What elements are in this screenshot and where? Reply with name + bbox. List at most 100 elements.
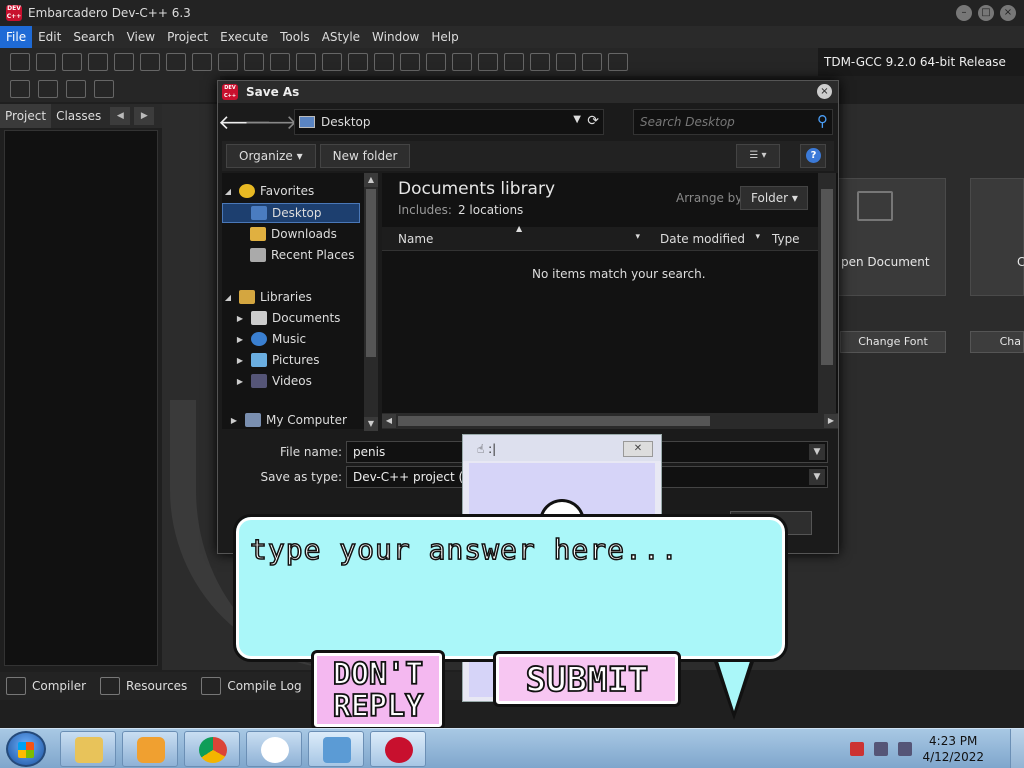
chevron-down-icon[interactable]: ▾ xyxy=(635,232,640,242)
new-file-icon[interactable] xyxy=(10,53,30,71)
tab-resources[interactable]: Resources xyxy=(100,677,187,695)
taskbar-media-player[interactable] xyxy=(122,731,178,767)
taskbar-game[interactable] xyxy=(246,731,302,767)
nav-downloads[interactable]: Downloads xyxy=(222,224,337,244)
compile-run-icon[interactable] xyxy=(478,53,498,71)
bookmark-icon[interactable] xyxy=(38,80,58,98)
scroll-down-icon[interactable]: ▼ xyxy=(364,417,378,431)
menu-execute[interactable]: Execute xyxy=(214,26,274,48)
tab-project[interactable]: Project xyxy=(0,104,52,128)
goto-line-icon[interactable] xyxy=(10,80,30,98)
unindent-icon[interactable] xyxy=(374,53,394,71)
maximize-icon[interactable]: □ xyxy=(978,5,994,21)
close-file-icon[interactable] xyxy=(114,53,134,71)
change-button-partial[interactable]: Cha xyxy=(970,331,1024,353)
minimize-icon[interactable]: – xyxy=(956,5,972,21)
file-list-vscroll[interactable] xyxy=(818,173,836,429)
compile-icon[interactable] xyxy=(426,53,446,71)
welcome-tile-partial[interactable]: C xyxy=(970,178,1024,296)
delete-icon[interactable] xyxy=(608,53,628,71)
collapse-icon[interactable]: ▶ xyxy=(234,335,246,344)
nav-favorites[interactable]: ◢ Favorites xyxy=(222,181,314,201)
menu-file[interactable]: File xyxy=(0,26,33,48)
goto-icon[interactable] xyxy=(270,53,290,71)
tab-scroll-left-icon[interactable]: ◀ xyxy=(110,107,131,125)
search-input[interactable]: Search Desktop ⚲ xyxy=(633,109,833,135)
change-font-button[interactable]: Change Font xyxy=(840,331,946,353)
nav-videos[interactable]: ▶ Videos xyxy=(222,371,312,391)
column-date-modified[interactable]: Date modified ▾ xyxy=(642,232,762,246)
menu-astyle[interactable]: AStyle xyxy=(316,26,366,48)
view-options-button[interactable]: ☰ ▾ xyxy=(736,144,780,168)
undo-icon[interactable] xyxy=(296,53,316,71)
column-name[interactable]: Name ▲ ▾ xyxy=(382,224,642,246)
replace-icon[interactable] xyxy=(218,53,238,71)
hscroll-thumb[interactable] xyxy=(398,416,710,426)
compiler-select[interactable]: TDM-GCC 9.2.0 64-bit Release xyxy=(818,48,1024,76)
find-icon[interactable] xyxy=(192,53,212,71)
save-icon[interactable] xyxy=(62,53,82,71)
bookmark-next-icon[interactable] xyxy=(94,80,114,98)
check-icon[interactable] xyxy=(530,53,550,71)
collapse-icon[interactable]: ▶ xyxy=(234,314,246,323)
taskbar-photo-viewer[interactable] xyxy=(308,731,364,767)
chevron-down-icon[interactable]: ▼ xyxy=(809,469,825,485)
tab-scroll-right-icon[interactable]: ▶ xyxy=(134,107,155,125)
action-center-icon[interactable] xyxy=(850,742,865,756)
close-all-icon[interactable] xyxy=(140,53,160,71)
vscroll-thumb[interactable] xyxy=(821,189,833,365)
chevron-down-icon[interactable]: ▾ xyxy=(755,232,760,242)
nav-desktop[interactable]: Desktop xyxy=(222,203,360,223)
taskbar-devcpp[interactable] xyxy=(370,731,426,767)
answer-input[interactable] xyxy=(250,529,770,569)
volume-icon[interactable] xyxy=(898,742,913,756)
forward-arrow-icon[interactable]: 🡒 xyxy=(244,109,298,135)
open-icon[interactable] xyxy=(36,53,56,71)
popup-close-icon[interactable]: ✕ xyxy=(623,441,653,457)
expand-icon[interactable]: ◢ xyxy=(222,187,234,196)
scroll-left-icon[interactable]: ◀ xyxy=(382,414,396,428)
collapse-icon[interactable]: ▶ xyxy=(234,356,246,365)
search-icon[interactable]: ⚲ xyxy=(817,112,828,130)
menu-edit[interactable]: Edit xyxy=(32,26,67,48)
nav-pictures[interactable]: ▶ Pictures xyxy=(222,350,320,370)
nav-my-computer[interactable]: ▶ My Computer xyxy=(228,413,347,427)
open-document-tile[interactable]: pen Document xyxy=(838,178,946,296)
column-type[interactable]: Type xyxy=(762,232,812,246)
stop-icon[interactable] xyxy=(556,53,576,71)
show-desktop-button[interactable] xyxy=(1010,729,1024,768)
tab-compile-log[interactable]: Compile Log xyxy=(201,677,302,695)
includes-locations-link[interactable]: 2 locations xyxy=(458,203,523,217)
menu-search[interactable]: Search xyxy=(67,26,120,48)
organize-button[interactable]: Organize ▾ xyxy=(226,144,316,168)
indent-icon[interactable] xyxy=(348,53,368,71)
menu-project[interactable]: Project xyxy=(161,26,214,48)
address-bar[interactable]: Desktop ▼ ⟳ xyxy=(294,109,604,135)
expand-icon[interactable]: ◢ xyxy=(222,293,234,302)
nav-libraries[interactable]: ◢ Libraries xyxy=(222,287,312,307)
nav-documents[interactable]: ▶ Documents xyxy=(222,308,340,328)
chevron-down-icon[interactable]: ▼ xyxy=(809,444,825,460)
nav-recent-places[interactable]: Recent Places xyxy=(222,245,354,265)
comment-icon[interactable] xyxy=(400,53,420,71)
dont-reply-button[interactable]: DON'T REPLY xyxy=(311,650,445,730)
chevron-down-icon[interactable]: ▼ xyxy=(573,114,581,125)
close-icon[interactable]: × xyxy=(1000,5,1016,21)
submit-button[interactable]: SUBMIT xyxy=(493,651,681,707)
new-folder-button[interactable]: New folder xyxy=(319,144,411,168)
start-button[interactable] xyxy=(6,731,46,767)
menu-window[interactable]: Window xyxy=(366,26,425,48)
toggle-icon[interactable] xyxy=(244,53,264,71)
bookmark-add-icon[interactable] xyxy=(66,80,86,98)
taskbar-chrome[interactable] xyxy=(184,731,240,767)
back-arrow-icon[interactable]: 🡐 xyxy=(218,109,272,135)
tab-classes[interactable]: Classes xyxy=(51,104,106,128)
tab-compiler[interactable]: Compiler xyxy=(6,677,86,695)
menu-tools[interactable]: Tools xyxy=(274,26,316,48)
redo-icon[interactable] xyxy=(322,53,342,71)
help-button[interactable]: ? xyxy=(800,144,826,168)
taskbar-explorer[interactable] xyxy=(60,731,116,767)
refresh-icon[interactable]: ⟳ xyxy=(587,113,599,129)
collapse-icon[interactable]: ▶ xyxy=(234,377,246,386)
dialog-close-icon[interactable]: × xyxy=(817,84,832,99)
